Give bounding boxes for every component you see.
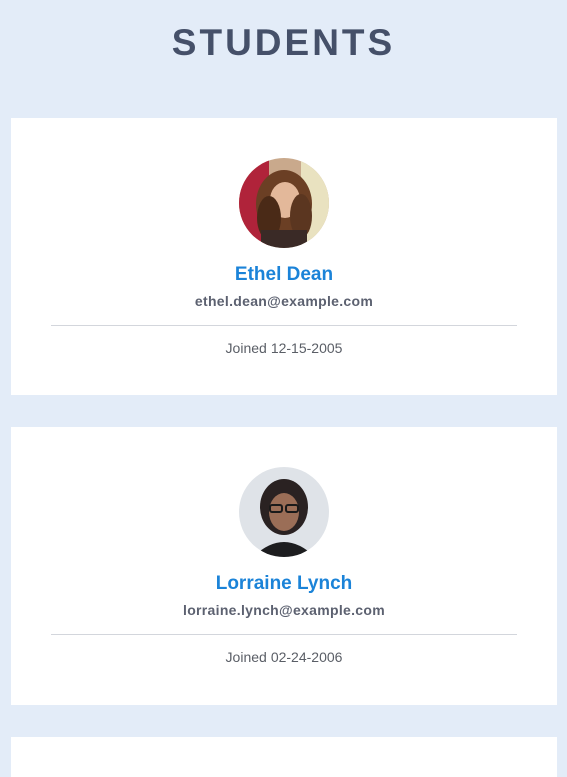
student-card: Ethel Dean ethel.dean@example.com Joined… [11, 118, 557, 395]
page-title: STUDENTS [171, 22, 396, 63]
user-photo-icon [239, 158, 329, 248]
user-photo-icon [239, 467, 329, 557]
student-card [11, 737, 557, 777]
joined-value: 12-15-2005 [270, 340, 343, 356]
student-name[interactable]: Lorraine Lynch [11, 573, 557, 595]
divider [51, 325, 517, 326]
student-email[interactable]: lorraine.lynch@example.com [11, 602, 557, 618]
student-email[interactable]: ethel.dean@example.com [11, 293, 557, 309]
joined-label: Joined [225, 340, 267, 356]
student-card: Lorraine Lynch lorraine.lynch@example.co… [11, 427, 557, 705]
avatar [239, 467, 329, 557]
joined-date: Joined 12-15-2005 [11, 340, 557, 356]
joined-value: 02-24-2006 [270, 649, 343, 665]
joined-label: Joined [225, 649, 267, 665]
avatar [239, 158, 329, 248]
divider [51, 634, 517, 635]
student-name[interactable]: Ethel Dean [11, 264, 557, 286]
joined-date: Joined 02-24-2006 [11, 649, 557, 665]
